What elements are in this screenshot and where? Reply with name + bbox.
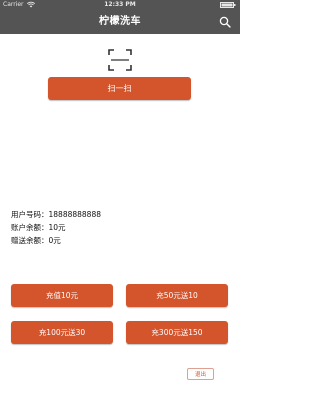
phone-label: 用户号码：: [11, 210, 49, 219]
nav-bar: 柠檬洗车: [0, 10, 240, 34]
recharge-300-button[interactable]: 充300元送150: [126, 321, 228, 344]
gift-balance-label: 赠送余额：: [11, 236, 49, 245]
account-info: 用户号码：18888888888 账户余额：10元 赠送余额：0元: [11, 208, 101, 247]
phone-row: 用户号码：18888888888: [11, 208, 101, 221]
scan-icon[interactable]: [108, 49, 132, 71]
recharge-100-button[interactable]: 充100元送30: [11, 321, 113, 344]
recharge-50-button[interactable]: 充50元送10: [126, 284, 228, 307]
balance-value: 10元: [48, 223, 66, 232]
balance-label: 账户余额：: [11, 223, 49, 232]
logout-button[interactable]: 退出: [187, 368, 214, 380]
status-bar: Carrier 12:33 PM: [0, 0, 240, 10]
balance-row: 账户余额：10元: [11, 221, 101, 234]
phone-value: 18888888888: [48, 210, 102, 219]
recharge-10-button[interactable]: 充值10元: [11, 284, 113, 307]
status-time: 12:33 PM: [104, 1, 136, 8]
battery-icon: [220, 2, 236, 8]
search-icon[interactable]: [219, 16, 231, 28]
page-title: 柠檬洗车: [99, 16, 141, 27]
gift-balance-row: 赠送余额：0元: [11, 234, 101, 247]
gift-balance-value: 0元: [48, 236, 61, 245]
scan-button[interactable]: 扫一扫: [48, 77, 191, 100]
